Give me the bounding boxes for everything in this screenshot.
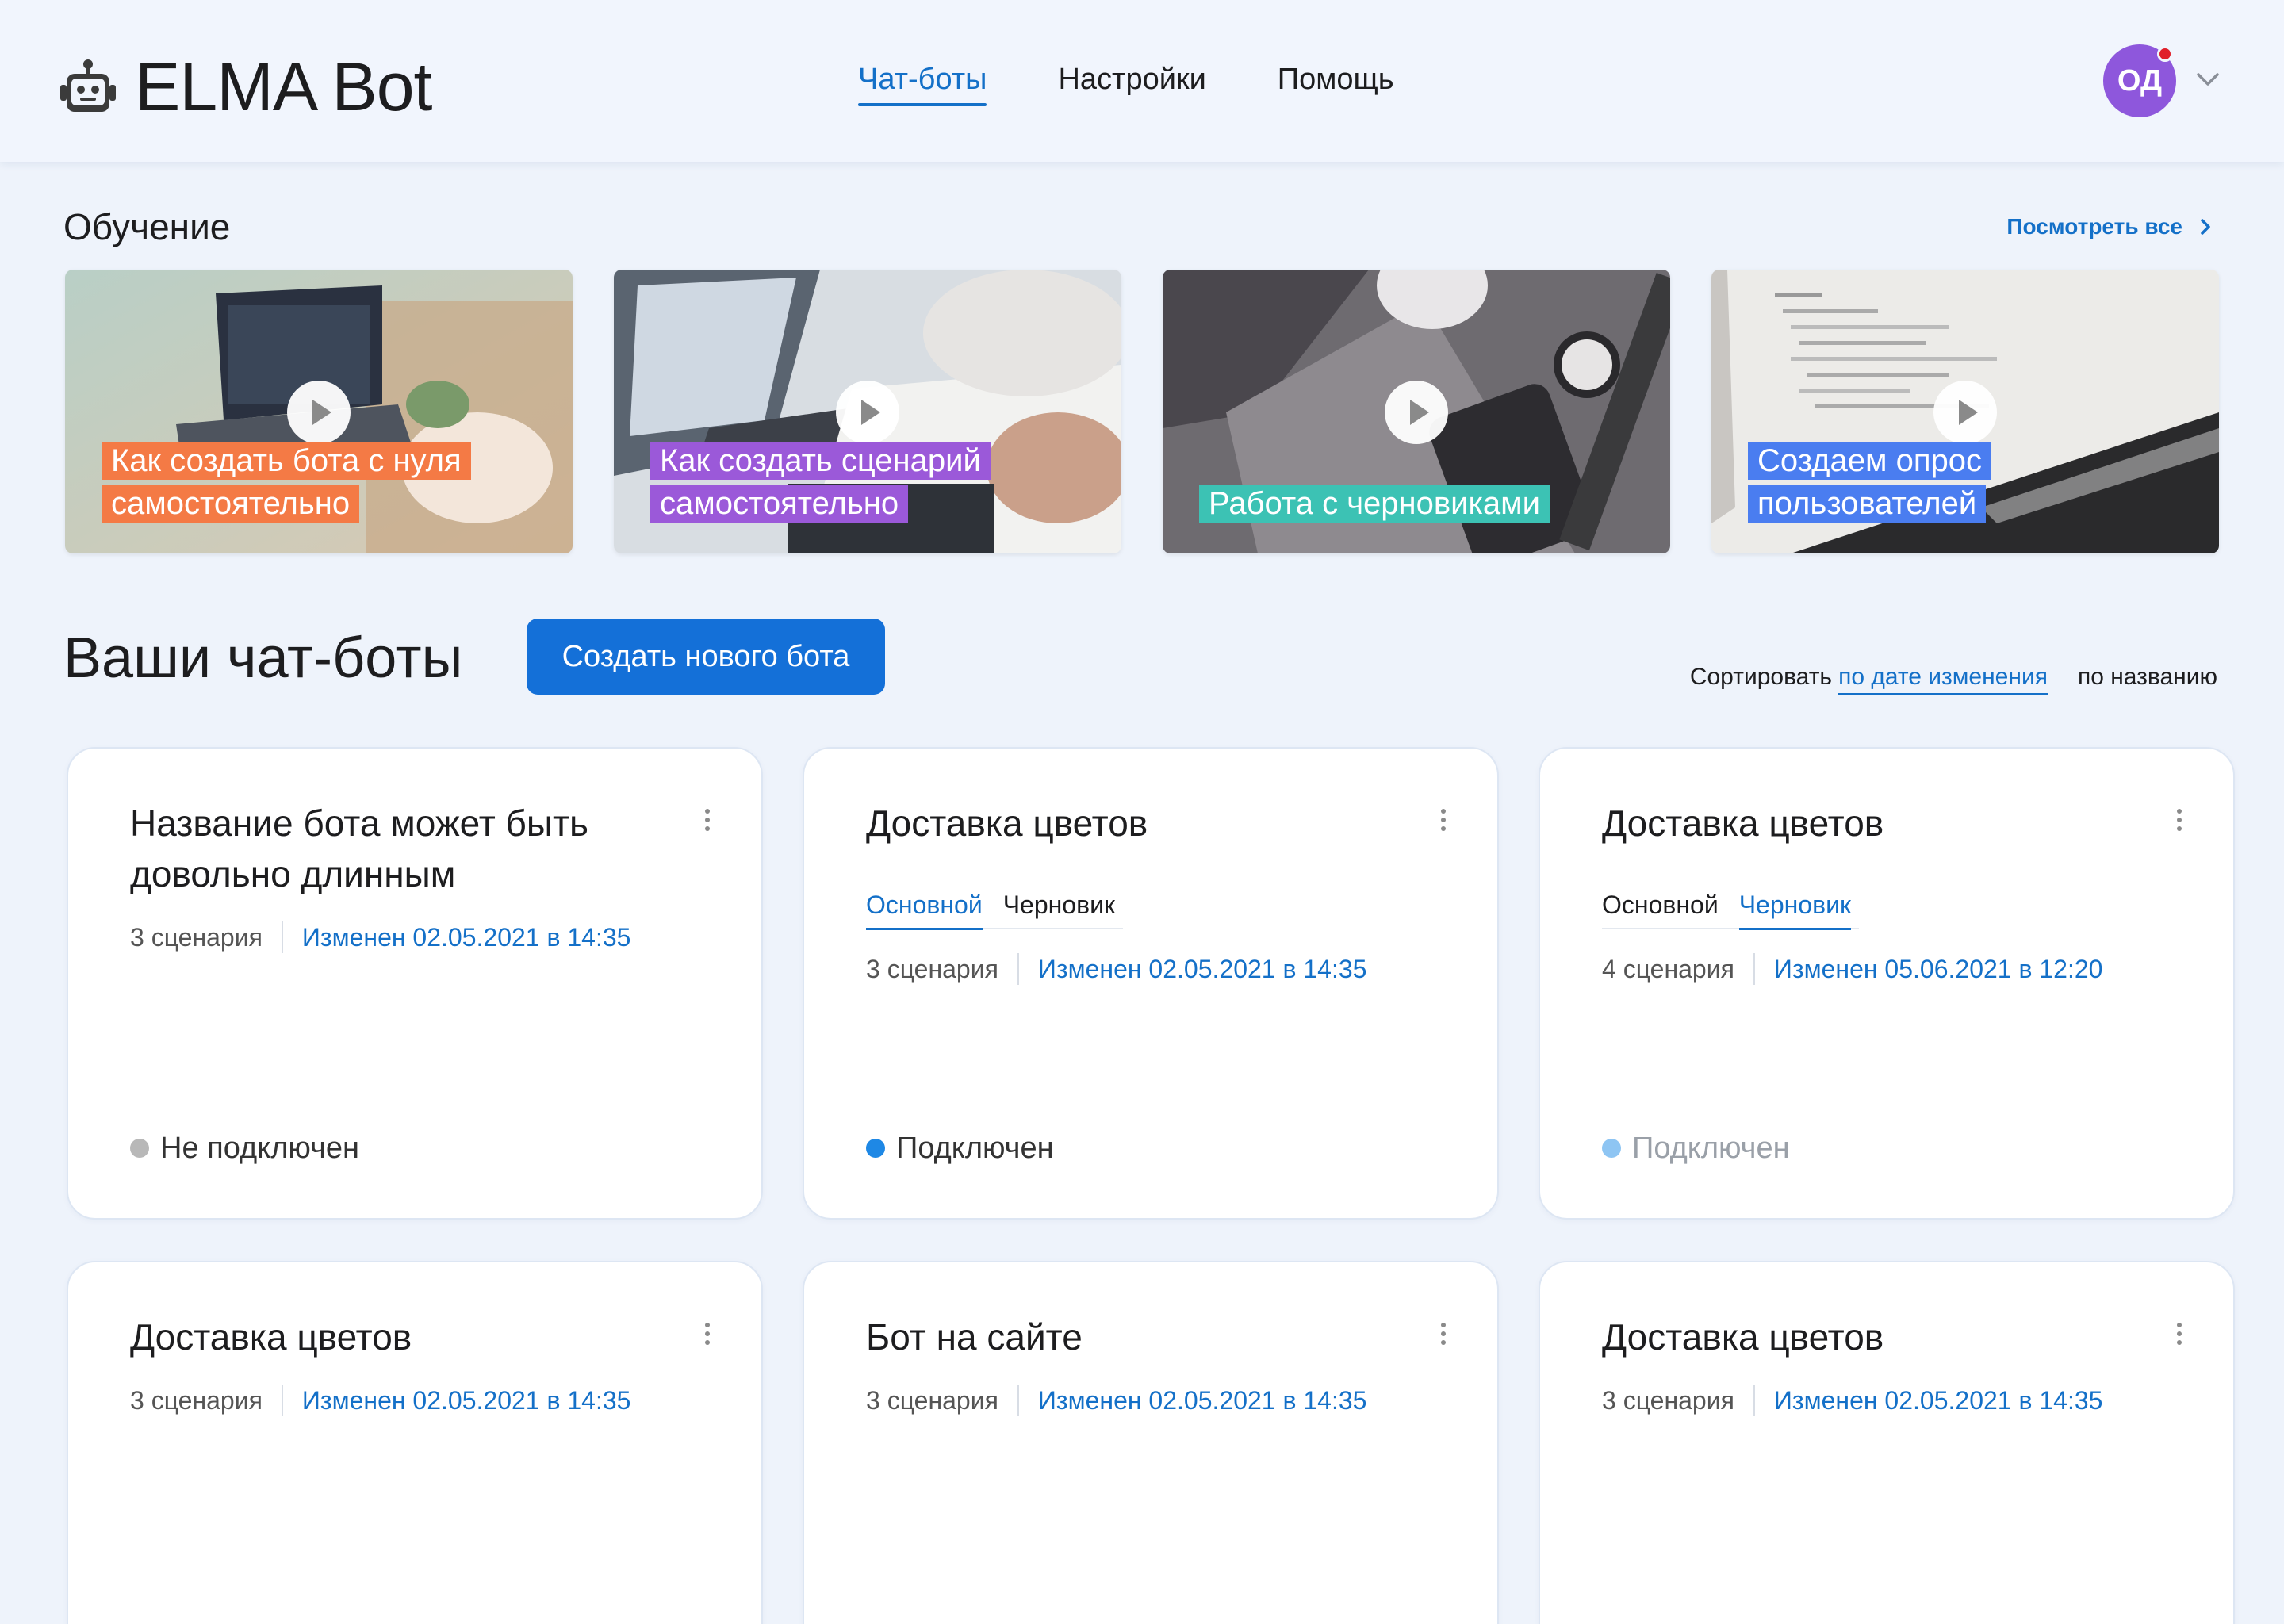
video-card-create-scenario[interactable]: Как создать сценарий самостоятельно (614, 270, 1121, 553)
bot-card[interactable]: Доставка цветов 3 сценария Изменен 02.05… (67, 1261, 763, 1624)
view-all-link[interactable]: Посмотреть все (2006, 211, 2214, 243)
sort-label: Сортировать (1689, 664, 1833, 690)
robot-icon (60, 59, 116, 112)
video-card-drafts[interactable]: Работа с черновиками (1163, 270, 1670, 553)
bot-scenarios: 3 сценария (130, 923, 263, 952)
bot-name: Доставка цветов (130, 1316, 412, 1358)
bot-card[interactable]: Название бота может быть довольно длинны… (67, 747, 763, 1220)
divider (1017, 1385, 1019, 1416)
bot-scenarios: 3 сценария (866, 955, 998, 983)
bot-modified: Изменен 02.05.2021 в 14:35 (1037, 955, 1367, 983)
nav-help[interactable]: Помощь (1278, 60, 1394, 98)
training-title: Обучение (63, 206, 231, 247)
video-label: Как создать бота с нуля самостоятельно (102, 439, 514, 525)
more-icon[interactable] (2175, 809, 2184, 837)
tab-draft[interactable]: Черновик (1738, 888, 1851, 930)
bot-card[interactable]: Доставка цветов 3 сценария Изменен 02.05… (1539, 1261, 2235, 1624)
top-bar: ELMA Bot Чат-боты Настройки Помощь ОД (0, 0, 2284, 162)
more-icon[interactable] (1439, 809, 1448, 837)
video-label-line: самостоятельно (650, 485, 909, 523)
divider (1017, 953, 1019, 985)
chevron-right-icon (2201, 219, 2210, 235)
more-icon[interactable] (703, 809, 712, 837)
logo[interactable]: ELMA Bot (59, 49, 432, 125)
tab-main[interactable]: Основной (1602, 888, 1719, 930)
bot-meta: 3 сценария Изменен 02.05.2021 в 14:35 (130, 1385, 630, 1416)
view-all-label: Посмотреть все (2006, 214, 2182, 239)
bot-version-tabs: Основной Черновик (866, 888, 1136, 930)
app-name: ELMA Bot (135, 49, 432, 125)
divider (281, 921, 283, 953)
bot-meta: 3 сценария Изменен 02.05.2021 в 14:35 (1602, 1385, 2102, 1416)
play-icon[interactable] (287, 381, 351, 444)
video-label-line: самостоятельно (102, 485, 360, 523)
bot-name: Доставка цветов (1602, 1316, 1884, 1358)
video-card-create-bot[interactable]: Как создать бота с нуля самостоятельно (65, 270, 573, 553)
play-icon[interactable] (1385, 381, 1448, 444)
bot-modified: Изменен 02.05.2021 в 14:35 (301, 923, 631, 952)
bot-status-label: Подключен (896, 1132, 1054, 1165)
video-label: Создаем опрос пользователей (1748, 439, 2160, 525)
sort-by-name[interactable]: по названию (2078, 661, 2217, 695)
sort-control: Сортировать по дате изменения по названи… (1690, 661, 2217, 695)
more-icon[interactable] (703, 1323, 712, 1351)
nav-settings[interactable]: Настройки (1058, 60, 1205, 98)
bot-status: Подключен (866, 1129, 1054, 1167)
divider (1753, 1385, 1755, 1416)
video-label: Работа с черновиками (1199, 482, 1611, 525)
bot-card[interactable]: Бот на сайте 3 сценария Изменен 02.05.20… (803, 1261, 1499, 1624)
video-label-line: Как создать бота с нуля (102, 442, 471, 480)
bots-title: Ваши чат-боты (63, 626, 463, 690)
bot-modified: Изменен 02.05.2021 в 14:35 (1037, 1386, 1367, 1415)
bot-status: Подключен (1602, 1129, 1790, 1167)
bot-version-tabs: Основной Черновик (1602, 888, 1872, 930)
nav-chatbots[interactable]: Чат-боты (858, 60, 987, 106)
status-dot (130, 1139, 149, 1158)
main-nav: Чат-боты Настройки Помощь (858, 60, 1466, 106)
status-dot (866, 1139, 885, 1158)
video-label-line: пользователей (1748, 485, 1987, 523)
bot-card[interactable]: Доставка цветов Основной Черновик 3 сцен… (803, 747, 1499, 1220)
bot-status: Не подключен (130, 1129, 359, 1167)
play-icon[interactable] (836, 381, 899, 444)
chevron-down-icon[interactable] (2194, 70, 2222, 89)
sort-by-date[interactable]: по дате изменения (1838, 661, 2048, 695)
video-label-line: Как создать сценарий (650, 442, 991, 480)
more-icon[interactable] (2175, 1323, 2184, 1351)
more-icon[interactable] (1439, 1323, 1448, 1351)
bot-card[interactable]: Доставка цветов Основной Черновик 4 сцен… (1539, 747, 2235, 1220)
status-dot (1602, 1139, 1621, 1158)
create-bot-button[interactable]: Создать нового бота (527, 619, 885, 695)
play-icon[interactable] (1933, 381, 1997, 444)
bot-scenarios: 3 сценария (866, 1386, 998, 1415)
video-label-line: Работа с черновиками (1199, 485, 1550, 523)
bot-modified: Изменен 05.06.2021 в 12:20 (1773, 955, 2103, 983)
tab-draft[interactable]: Черновик (1003, 888, 1115, 930)
bot-scenarios: 3 сценария (1602, 1386, 1734, 1415)
video-card-survey[interactable]: Создаем опрос пользователей (1711, 270, 2219, 553)
tab-main[interactable]: Основной (866, 888, 983, 930)
notification-dot (2157, 46, 2173, 62)
video-label-line: Создаем опрос (1748, 442, 1991, 480)
video-label: Как создать сценарий самостоятельно (650, 439, 1063, 525)
bot-meta: 4 сценария Изменен 05.06.2021 в 12:20 (1602, 953, 2102, 985)
bot-meta: 3 сценария Изменен 02.05.2021 в 14:35 (130, 921, 630, 953)
bot-name: Бот на сайте (866, 1316, 1083, 1358)
bot-name: Доставка цветов (866, 802, 1148, 844)
bot-name: Доставка цветов (1602, 802, 1884, 844)
bot-scenarios: 3 сценария (130, 1386, 263, 1415)
bot-status-label: Подключен (1632, 1132, 1790, 1165)
divider (281, 1385, 283, 1416)
bot-meta: 3 сценария Изменен 02.05.2021 в 14:35 (866, 1385, 1366, 1416)
bot-modified: Изменен 02.05.2021 в 14:35 (301, 1386, 631, 1415)
bot-name: Название бота может быть довольно длинны… (130, 802, 588, 894)
bot-status-label: Не подключен (160, 1132, 359, 1165)
bot-scenarios: 4 сценария (1602, 955, 1734, 983)
divider (1753, 953, 1755, 985)
bot-modified: Изменен 02.05.2021 в 14:35 (1773, 1386, 2103, 1415)
bot-meta: 3 сценария Изменен 02.05.2021 в 14:35 (866, 953, 1366, 985)
